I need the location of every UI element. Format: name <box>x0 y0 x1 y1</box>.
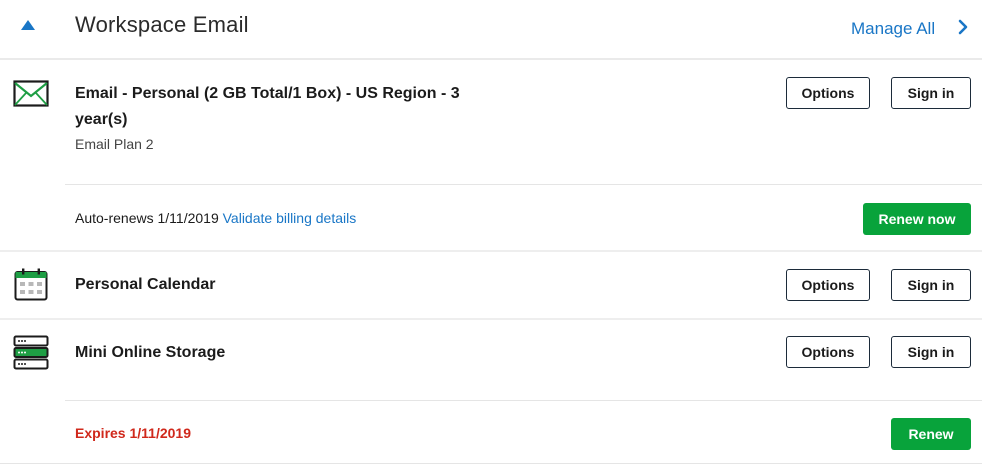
section-title: Workspace Email <box>75 12 249 37</box>
auto-renew-status: Auto-renews 1/11/2019 <box>75 210 219 226</box>
section-header: Workspace Email Manage All <box>0 0 982 60</box>
sign-in-button[interactable]: Sign in <box>891 77 971 109</box>
chevron-right-icon[interactable] <box>957 19 969 35</box>
options-button[interactable]: Options <box>786 336 870 368</box>
renew-now-button[interactable]: Renew now <box>863 203 971 235</box>
calendar-icon <box>14 268 48 301</box>
sign-in-button[interactable]: Sign in <box>891 336 971 368</box>
options-button[interactable]: Options <box>786 269 870 301</box>
envelope-icon <box>13 80 49 107</box>
renew-button[interactable]: Renew <box>891 418 971 450</box>
divider <box>0 318 982 320</box>
renewal-row: Auto-renews 1/11/2019 Validate billing d… <box>75 210 356 226</box>
divider <box>65 400 982 401</box>
product-title-line1: Email - Personal (2 GB Total/1 Box) - US… <box>75 85 460 102</box>
sign-in-button[interactable]: Sign in <box>891 269 971 301</box>
divider <box>0 463 982 464</box>
product-subtitle: Email Plan 2 <box>75 136 154 152</box>
expiration-status: Expires 1/11/2019 <box>75 425 191 441</box>
product-title: Mini Online Storage <box>75 344 226 361</box>
divider <box>0 250 982 252</box>
product-title: Personal Calendar <box>75 276 216 293</box>
validate-billing-link[interactable]: Validate billing details <box>223 210 357 226</box>
collapse-arrow-icon[interactable] <box>20 19 36 31</box>
options-button[interactable]: Options <box>786 77 870 109</box>
manage-all-link[interactable]: Manage All <box>851 19 935 39</box>
product-title-line2: year(s) <box>75 111 128 128</box>
server-icon <box>13 335 49 370</box>
divider <box>65 184 982 185</box>
